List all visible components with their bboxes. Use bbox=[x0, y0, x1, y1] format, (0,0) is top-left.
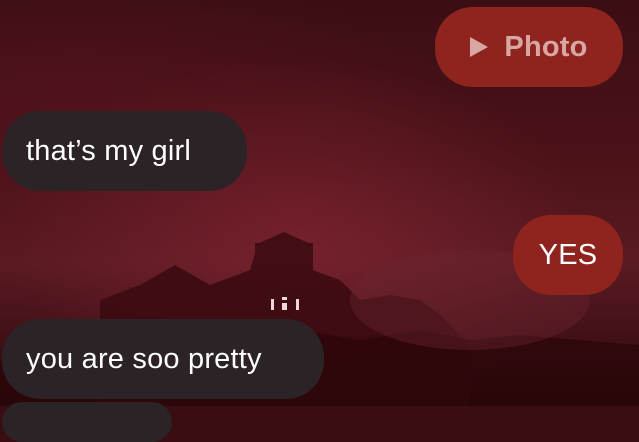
incoming-message-bubble[interactable]: you are soo pretty bbox=[2, 319, 324, 399]
photo-label: Photo bbox=[504, 30, 588, 63]
outgoing-message-bubble[interactable]: YES bbox=[513, 215, 623, 295]
message-text: that’s my girl bbox=[26, 134, 192, 167]
incoming-message-bubble[interactable]: that’s my girl bbox=[2, 111, 247, 191]
partially-visible-message-bubble[interactable] bbox=[2, 402, 172, 442]
message-text: you are soo pretty bbox=[26, 342, 262, 375]
play-icon bbox=[470, 37, 489, 57]
message-text: YES bbox=[538, 238, 598, 271]
photo-message-bubble[interactable]: Photo bbox=[435, 7, 623, 87]
message-thread: Photo that’s my girl YES you are soo pre… bbox=[0, 0, 639, 442]
